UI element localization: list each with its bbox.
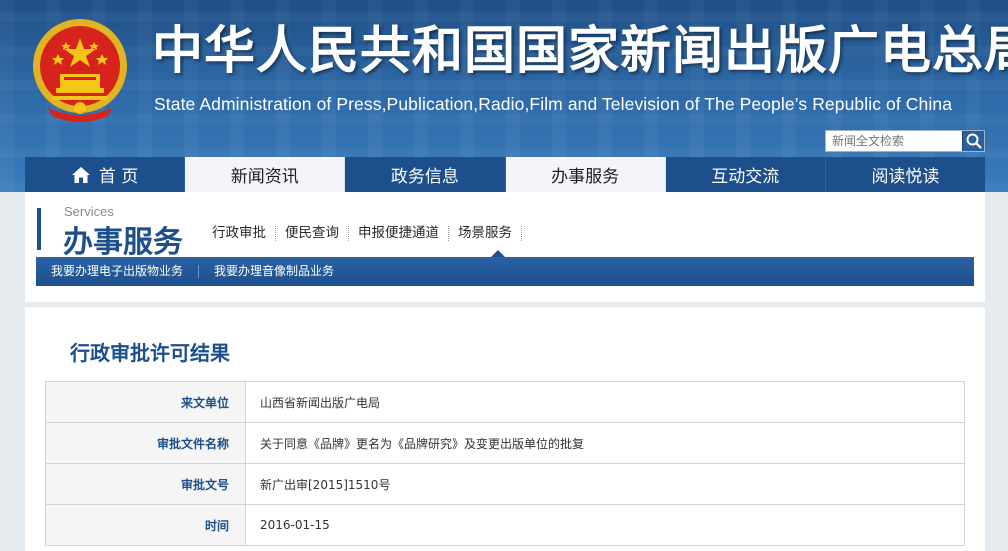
section-title-cn: 办事服务 bbox=[63, 225, 183, 260]
row-label: 时间 bbox=[45, 504, 246, 546]
row-label: 审批文件名称 bbox=[45, 422, 246, 464]
table-row: 审批文号 新广出审[2015]1510号 bbox=[45, 463, 965, 505]
table-row: 时间 2016-01-15 bbox=[45, 504, 965, 546]
nav-item-news[interactable]: 新闻资讯 bbox=[185, 157, 346, 192]
service-links-bar: 我要办理电子出版物业务 我要办理音像制品业务 bbox=[36, 257, 974, 286]
tab-administrative-approval[interactable]: 行政审批 bbox=[203, 226, 276, 241]
home-icon bbox=[71, 166, 90, 183]
main-nav: 首 页 新闻资讯 政务信息 办事服务 互动交流 阅读悦读 bbox=[25, 157, 986, 192]
link-electronic-publication[interactable]: 我要办理电子出版物业务 bbox=[36, 265, 200, 278]
tab-public-query[interactable]: 便民查询 bbox=[276, 226, 349, 241]
link-audio-video-product[interactable]: 我要办理音像制品业务 bbox=[199, 265, 349, 278]
section-accent-bar bbox=[37, 208, 41, 250]
section-tabs: 行政审批 便民查询 申报便捷通道 场景服务 bbox=[203, 226, 522, 241]
tab-scenario-services[interactable]: 场景服务 bbox=[449, 226, 522, 241]
nav-item-label: 政务信息 bbox=[390, 167, 459, 187]
row-value: 关于同意《品牌》更名为《品牌研究》及变更出版单位的批复 bbox=[245, 422, 965, 464]
search-input[interactable] bbox=[826, 131, 962, 151]
detail-table: 来文单位 山西省新闻出版广电局 审批文件名称 关于同意《品牌》更名为《品牌研究》… bbox=[45, 381, 965, 546]
search-box bbox=[825, 130, 985, 152]
page-title: 行政审批许可结果 bbox=[70, 341, 230, 365]
site-subtitle: State Administration of Press,Publicatio… bbox=[154, 94, 953, 114]
row-value: 山西省新闻出版广电局 bbox=[245, 381, 965, 423]
nav-item-reading[interactable]: 阅读悦读 bbox=[825, 157, 986, 192]
row-label: 审批文号 bbox=[45, 463, 246, 505]
nav-item-label: 新闻资讯 bbox=[230, 167, 299, 187]
table-row: 来文单位 山西省新闻出版广电局 bbox=[45, 381, 965, 423]
nav-item-home[interactable]: 首 页 bbox=[25, 157, 186, 192]
row-value: 2016-01-15 bbox=[245, 504, 965, 546]
detail-card: 行政审批许可结果 来文单位 山西省新闻出版广电局 审批文件名称 关于同意《品牌》… bbox=[25, 306, 985, 551]
site-title: 中华人民共和国国家新闻出版广电总局 bbox=[152, 22, 1008, 81]
nav-item-label: 办事服务 bbox=[551, 167, 620, 187]
nav-item-services[interactable]: 办事服务 bbox=[505, 157, 666, 192]
nav-item-label: 互动交流 bbox=[711, 167, 780, 187]
nav-item-label: 阅读悦读 bbox=[871, 167, 940, 187]
tab-quick-filing[interactable]: 申报便捷通道 bbox=[349, 226, 449, 241]
services-panel: Services 办事服务 行政审批 便民查询 申报便捷通道 场景服务 我要办理… bbox=[25, 192, 985, 302]
active-tab-indicator bbox=[491, 250, 505, 257]
national-emblem-icon bbox=[33, 19, 127, 122]
nav-item-government-info[interactable]: 政务信息 bbox=[345, 157, 506, 192]
table-row: 审批文件名称 关于同意《品牌》更名为《品牌研究》及变更出版单位的批复 bbox=[45, 422, 965, 464]
nav-item-label: 首 页 bbox=[98, 167, 139, 187]
row-value: 新广出审[2015]1510号 bbox=[245, 463, 965, 505]
search-icon bbox=[966, 133, 982, 149]
row-label: 来文单位 bbox=[45, 381, 246, 423]
nav-item-interaction[interactable]: 互动交流 bbox=[665, 157, 826, 192]
search-button[interactable] bbox=[962, 131, 984, 151]
